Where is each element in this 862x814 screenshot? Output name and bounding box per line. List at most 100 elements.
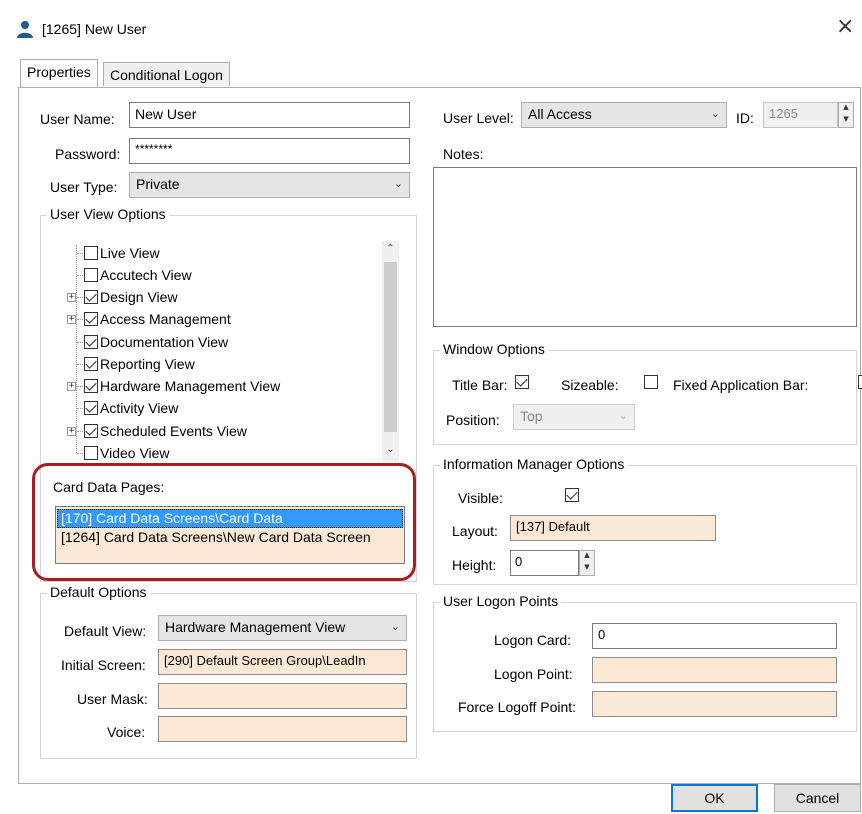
voice-label: Voice: bbox=[107, 724, 146, 740]
plus-expander-icon[interactable]: + bbox=[67, 293, 76, 302]
notes-label: Notes: bbox=[443, 146, 484, 162]
logon-card-label: Logon Card: bbox=[494, 632, 572, 648]
user-mask-input[interactable] bbox=[158, 683, 407, 709]
user-mask-label: User Mask: bbox=[77, 691, 148, 707]
fixed-app-bar-checkbox[interactable] bbox=[857, 375, 862, 389]
plus-expander-icon[interactable]: + bbox=[67, 315, 76, 324]
tree-item-label: Video View bbox=[100, 445, 170, 461]
tree-item-label: Live View bbox=[100, 245, 160, 261]
ok-button[interactable]: OK bbox=[671, 784, 758, 812]
checkbox-checked[interactable] bbox=[84, 424, 98, 438]
checkbox-checked[interactable] bbox=[84, 357, 98, 371]
tree-item-label: Access Management bbox=[100, 311, 231, 327]
logon-points-title: User Logon Points bbox=[440, 593, 562, 609]
tree-item-accutech-view[interactable]: Accutech View bbox=[84, 264, 192, 286]
tree-item-documentation-view[interactable]: Documentation View bbox=[84, 331, 228, 353]
logon-point-label: Logon Point: bbox=[494, 666, 573, 682]
user-view-tree[interactable]: + + + + Live View Accutech View Design V… bbox=[52, 237, 407, 463]
spin-up-icon: ▲ bbox=[843, 103, 849, 111]
sizeable-label: Sizeable: bbox=[561, 377, 619, 393]
position-label: Position: bbox=[446, 412, 500, 428]
plus-expander-icon[interactable]: + bbox=[67, 427, 76, 436]
password-input[interactable]: ******** bbox=[129, 138, 410, 164]
fixed-app-bar-label: Fixed Application Bar: bbox=[673, 377, 809, 393]
chevron-down-icon: ⌄ bbox=[618, 409, 628, 422]
tree-item-access-management[interactable]: Access Management bbox=[84, 308, 231, 330]
sizeable-checkbox[interactable] bbox=[643, 375, 658, 389]
layout-input[interactable]: [137] Default bbox=[510, 515, 716, 541]
id-spinner: ▲ ▼ bbox=[838, 102, 854, 128]
tree-item-scheduled-events-view[interactable]: Scheduled Events View bbox=[84, 420, 247, 442]
logon-card-input[interactable]: 0 bbox=[592, 623, 837, 649]
checkbox-checked[interactable] bbox=[84, 379, 98, 393]
tree-item-label: Accutech View bbox=[100, 267, 192, 283]
tree-item-design-view[interactable]: Design View bbox=[84, 286, 178, 308]
tree-item-activity-view[interactable]: Activity View bbox=[84, 397, 178, 419]
tree-item-live-view[interactable]: Live View bbox=[84, 242, 160, 264]
tree-item-label: Design View bbox=[100, 289, 178, 305]
checkbox-checked[interactable] bbox=[84, 290, 98, 304]
visible-checkbox[interactable] bbox=[564, 488, 579, 502]
window-titlebar: [1265] New User × bbox=[0, 0, 862, 56]
checkbox-unchecked[interactable] bbox=[84, 446, 98, 460]
checkbox-checked[interactable] bbox=[84, 312, 98, 326]
scroll-up-arrow-icon[interactable]: ⌃ bbox=[382, 243, 399, 254]
cancel-button[interactable]: Cancel bbox=[774, 784, 861, 812]
id-label: ID: bbox=[736, 110, 754, 126]
tab-properties[interactable]: Properties bbox=[20, 59, 98, 87]
user-name-label: User Name: bbox=[40, 111, 115, 127]
window-options-title: Window Options bbox=[440, 341, 548, 357]
user-icon bbox=[17, 21, 33, 38]
spin-down-icon: ▼ bbox=[843, 115, 849, 123]
default-view-value: Hardware Management View bbox=[165, 619, 346, 635]
title-bar-checkbox[interactable] bbox=[515, 375, 529, 389]
height-label: Height: bbox=[452, 557, 497, 573]
tree-item-reporting-view[interactable]: Reporting View bbox=[84, 353, 195, 375]
checkbox-unchecked[interactable] bbox=[84, 246, 98, 260]
tree-item-label: Scheduled Events View bbox=[100, 423, 247, 439]
default-view-label: Default View: bbox=[64, 623, 147, 639]
position-value: Top bbox=[520, 408, 543, 424]
user-view-options-title: User View Options bbox=[47, 206, 169, 222]
card-data-highlight-annotation bbox=[32, 463, 416, 581]
tree-item-video-view[interactable]: Video View bbox=[84, 442, 170, 463]
plus-expander-icon[interactable]: + bbox=[67, 382, 76, 391]
voice-input[interactable] bbox=[158, 716, 407, 742]
user-level-label: User Level: bbox=[443, 110, 514, 126]
checkbox-checked[interactable] bbox=[84, 335, 98, 349]
info-manager-title: Information Manager Options bbox=[440, 456, 628, 472]
checkbox-unchecked[interactable] bbox=[84, 268, 98, 282]
visible-label: Visible: bbox=[458, 490, 503, 506]
window-options-group: Window Options bbox=[433, 341, 857, 445]
scroll-down-arrow-icon[interactable]: ⌄ bbox=[382, 444, 399, 455]
user-type-label: User Type: bbox=[50, 179, 118, 195]
tree-item-label: Hardware Management View bbox=[100, 378, 281, 394]
spin-down-icon[interactable]: ▼ bbox=[580, 563, 594, 575]
tree-item-label: Documentation View bbox=[100, 334, 229, 350]
height-input[interactable]: 0 bbox=[510, 550, 579, 576]
id-input: 1265 bbox=[763, 102, 838, 128]
default-view-select[interactable]: Hardware Management View ⌄ bbox=[158, 615, 407, 641]
initial-screen-input[interactable]: [290] Default Screen Group\LeadIn bbox=[158, 649, 407, 675]
close-icon[interactable]: × bbox=[836, 16, 854, 38]
chevron-down-icon: ⌄ bbox=[393, 177, 403, 190]
chevron-down-icon: ⌄ bbox=[390, 620, 400, 633]
tab-conditional-logon[interactable]: Conditional Logon bbox=[103, 62, 230, 86]
user-name-input[interactable]: New User bbox=[129, 102, 410, 128]
spin-up-icon[interactable]: ▲ bbox=[580, 551, 594, 563]
tree-item-label: Activity View bbox=[100, 400, 179, 416]
force-logoff-label: Force Logoff Point: bbox=[458, 699, 577, 715]
notes-textarea[interactable] bbox=[433, 167, 857, 327]
height-spinner[interactable]: ▲ ▼ bbox=[579, 550, 595, 576]
tree-scrollbar-thumb[interactable] bbox=[384, 262, 397, 432]
user-type-select[interactable]: Private ⌄ bbox=[129, 172, 410, 198]
user-level-select[interactable]: All Access ⌄ bbox=[521, 102, 727, 128]
user-type-value: Private bbox=[136, 176, 180, 192]
title-bar-label: Title Bar: bbox=[452, 377, 508, 393]
window-title: [1265] New User bbox=[42, 21, 147, 37]
tree-item-hardware-management-view[interactable]: Hardware Management View bbox=[84, 375, 280, 397]
checkbox-checked[interactable] bbox=[84, 401, 98, 415]
user-level-value: All Access bbox=[528, 106, 592, 122]
logon-point-input[interactable] bbox=[592, 657, 837, 683]
force-logoff-input[interactable] bbox=[592, 691, 837, 717]
